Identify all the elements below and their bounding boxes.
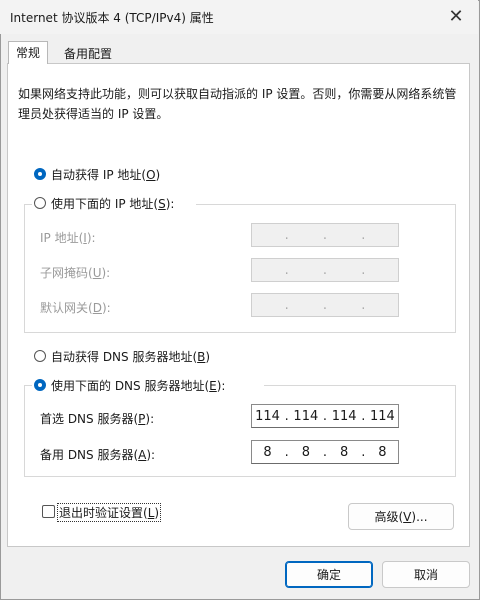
- validate-on-exit-label[interactable]: 退出时验证设置(L): [57, 503, 162, 522]
- advanced-button[interactable]: 高级(V)...: [348, 503, 454, 530]
- subnet-mask-label: 子网掩码(U):: [40, 266, 111, 280]
- alternate-dns-label: 备用 DNS 服务器(A):: [40, 448, 156, 462]
- manual-ip-label[interactable]: 使用下面的 IP 地址(S):: [51, 195, 174, 212]
- description-text: 如果网络支持此功能，则可以获取自动指派的 IP 设置。否则，你需要从网络系统管理…: [18, 87, 457, 121]
- auto-dns-radio[interactable]: [34, 350, 46, 362]
- manual-dns-label[interactable]: 使用下面的 DNS 服务器地址(E):: [51, 377, 225, 394]
- alternate-dns-input[interactable]: 8.8.8.8: [251, 440, 399, 464]
- validate-on-exit-checkbox[interactable]: [42, 505, 55, 518]
- tab-alternate-label: 备用配置: [64, 47, 113, 61]
- cancel-button[interactable]: 取消: [382, 561, 470, 588]
- window-title: Internet 协议版本 4 (TCP/IPv4) 属性: [10, 11, 214, 25]
- tab-alternate-configuration[interactable]: 备用配置: [58, 44, 118, 64]
- auto-ip-label[interactable]: 自动获得 IP 地址(O): [51, 166, 160, 183]
- tab-general[interactable]: 常规: [8, 41, 48, 64]
- tab-general-label: 常规: [15, 46, 40, 60]
- manual-ip-radio[interactable]: [34, 197, 46, 209]
- subnet-mask-input[interactable]: ...: [251, 258, 399, 282]
- cancel-button-label: 取消: [413, 568, 438, 582]
- default-gateway-label: 默认网关(D):: [40, 301, 111, 315]
- default-gateway-input[interactable]: ...: [251, 293, 399, 317]
- ip-address-input[interactable]: ...: [251, 223, 399, 247]
- close-button[interactable]: ✕: [434, 0, 478, 32]
- preferred-dns-label: 首选 DNS 服务器(P):: [40, 412, 155, 426]
- auto-dns-label[interactable]: 自动获得 DNS 服务器地址(B): [51, 348, 210, 365]
- title-bar: Internet 协议版本 4 (TCP/IPv4) 属性 ✕: [0, 0, 478, 34]
- ip-address-label: IP 地址(I):: [40, 231, 96, 245]
- auto-ip-radio[interactable]: [34, 168, 46, 180]
- manual-dns-radio[interactable]: [34, 379, 46, 391]
- ok-button-label: 确定: [316, 568, 341, 582]
- ok-button[interactable]: 确定: [285, 561, 373, 588]
- preferred-dns-input[interactable]: 114. 114. 114. 114: [251, 404, 399, 428]
- close-icon: ✕: [448, 5, 464, 27]
